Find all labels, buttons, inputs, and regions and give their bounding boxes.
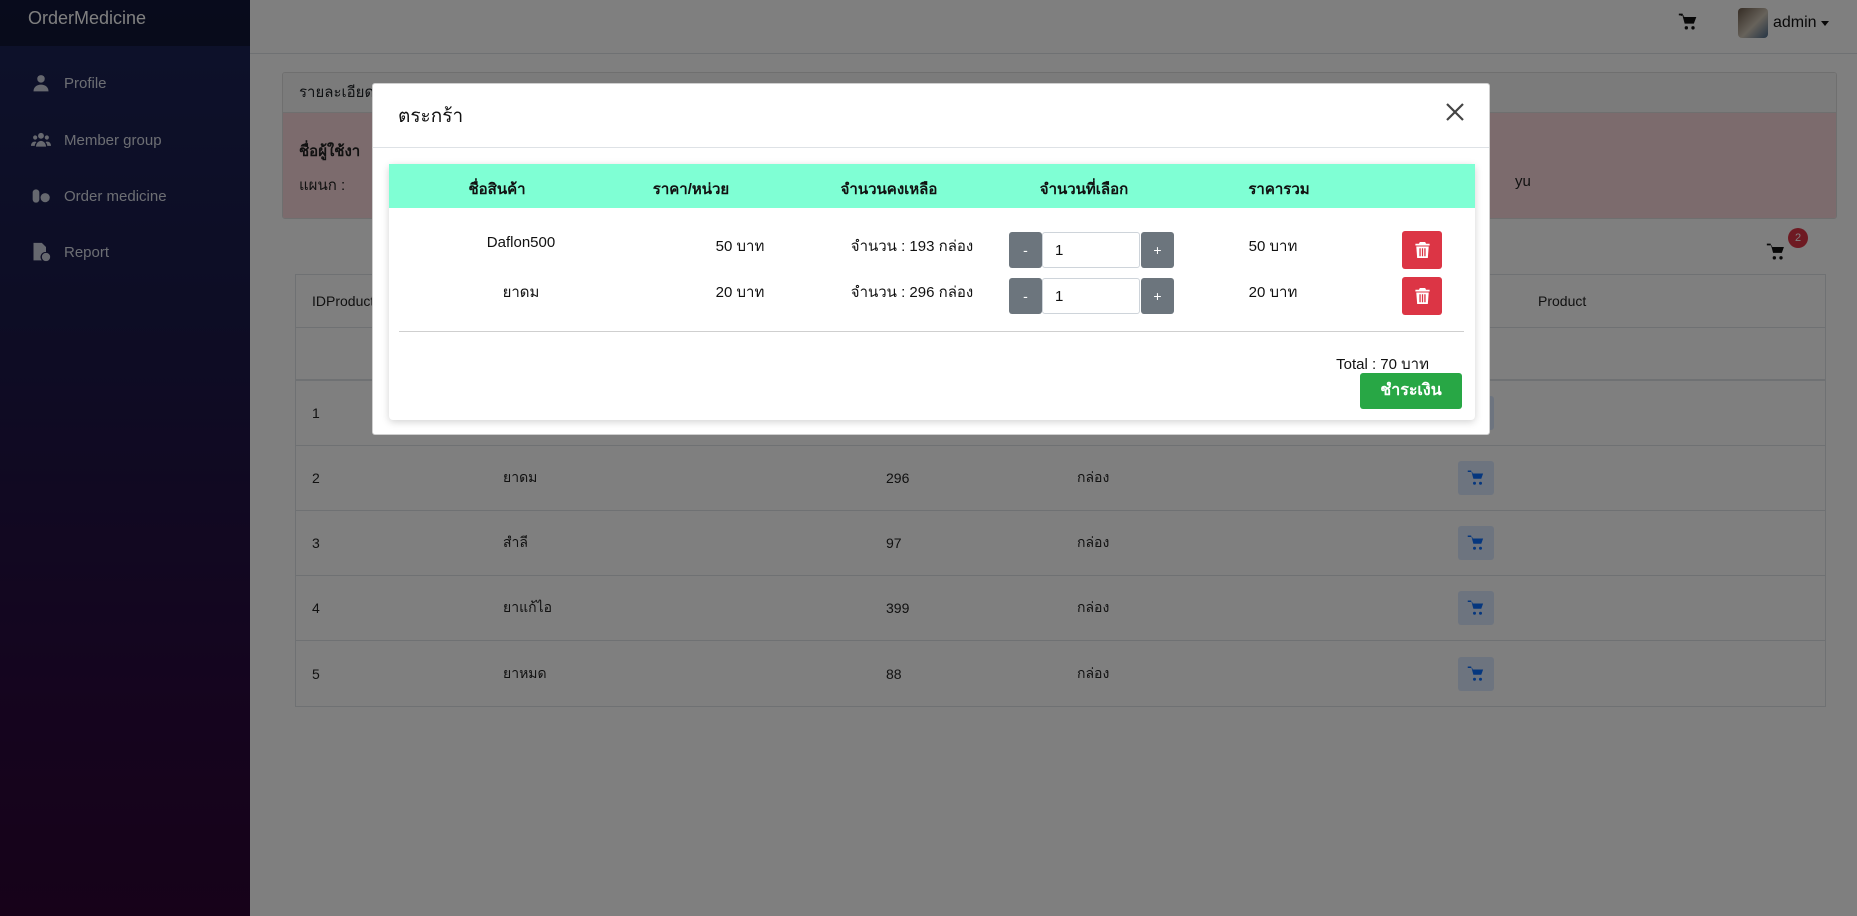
trash-icon <box>1414 242 1430 258</box>
cart-item-subtotal: 20 บาท <box>1248 284 1298 301</box>
close-icon[interactable] <box>1443 100 1469 126</box>
qty-decrement-button[interactable]: - <box>1009 278 1042 314</box>
cart-item-row: Daflon500 50 บาท จำนวน : 193 กล่อง 50 บา… <box>389 234 1475 274</box>
cart-item-name: Daflon500 <box>486 234 556 251</box>
column-header-product-name: ชื่อสินค้า <box>468 181 526 198</box>
qty-input[interactable] <box>1042 232 1140 268</box>
cart-item-stock: จำนวน : 296 กล่อง <box>850 284 974 301</box>
modal-header: ตระกร้า <box>373 84 1489 148</box>
cart-modal: ตระกร้า ชื่อสินค้า ราคา/หน่วย จำนวนคงเหล… <box>372 83 1490 435</box>
column-header-subtotal: ราคารวม <box>1248 181 1310 198</box>
column-header-selected-qty: จำนวนที่เลือก <box>1039 181 1129 198</box>
delete-item-button[interactable] <box>1402 277 1442 315</box>
qty-decrement-button[interactable]: - <box>1009 232 1042 268</box>
divider <box>399 331 1464 332</box>
cart-item-stock: จำนวน : 193 กล่อง <box>850 238 974 255</box>
cart-item-unit-price: 50 บาท <box>715 238 765 255</box>
column-header-unit-price: ราคา/หน่วย <box>652 181 730 198</box>
modal-title: ตระกร้า <box>398 106 464 127</box>
cart-table-header: ชื่อสินค้า ราคา/หน่วย จำนวนคงเหลือ จำนวน… <box>389 164 1475 208</box>
pay-button[interactable]: ชำระเงิน <box>1360 373 1462 409</box>
delete-item-button[interactable] <box>1402 231 1442 269</box>
trash-icon <box>1414 288 1430 304</box>
cart-item-subtotal: 50 บาท <box>1248 238 1298 255</box>
qty-increment-button[interactable]: + <box>1141 278 1174 314</box>
cart-item-name: ยาดม <box>502 284 540 301</box>
column-header-stock: จำนวนคงเหลือ <box>840 181 938 198</box>
cart-item-unit-price: 20 บาท <box>715 284 765 301</box>
qty-increment-button[interactable]: + <box>1141 232 1174 268</box>
cart-card: ชื่อสินค้า ราคา/หน่วย จำนวนคงเหลือ จำนวน… <box>389 164 1475 420</box>
qty-input[interactable] <box>1042 278 1140 314</box>
cart-item-row: ยาดม 20 บาท จำนวน : 296 กล่อง 20 บาท <box>389 280 1475 320</box>
